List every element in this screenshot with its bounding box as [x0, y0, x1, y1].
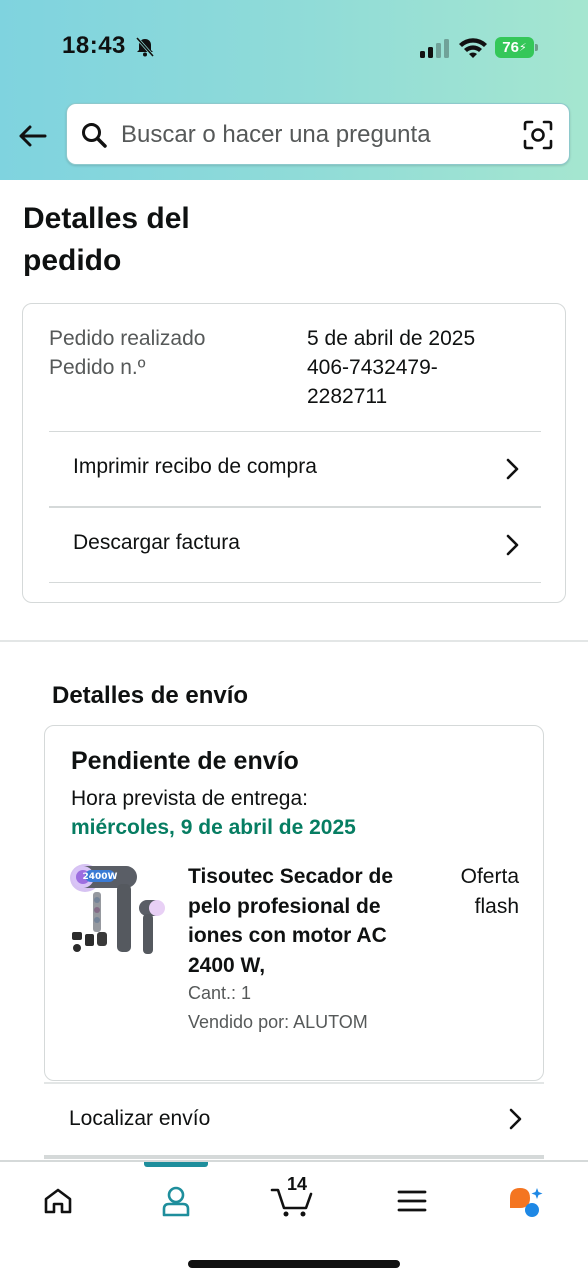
tab-menu[interactable] — [382, 1176, 442, 1226]
tab-home[interactable] — [28, 1176, 88, 1226]
signal-icon — [420, 39, 449, 58]
status-time: 18:43 — [62, 32, 126, 59]
active-tab-indicator — [144, 1162, 208, 1167]
order-placed-label: Pedido realizado — [49, 327, 206, 350]
download-invoice-link[interactable]: Descargar factura — [49, 508, 541, 582]
shipment-status: Pendiente de envío — [71, 747, 299, 775]
rufus-icon — [510, 1188, 543, 1217]
order-placed-value: 5 de abril de 2025 — [307, 327, 476, 350]
delivery-eta-label: Hora prevista de entrega: — [71, 787, 308, 810]
search-input[interactable] — [121, 118, 511, 152]
chevron-right-icon — [506, 458, 519, 480]
print-receipt-label: Imprimir recibo de compra — [73, 455, 317, 478]
search-icon[interactable] — [81, 122, 107, 148]
track-shipment-link[interactable]: Localizar envío — [44, 1082, 544, 1156]
tab-account[interactable] — [146, 1176, 206, 1226]
chevron-right-icon — [509, 1108, 522, 1130]
account-icon — [162, 1186, 190, 1217]
home-indicator[interactable] — [188, 1260, 400, 1268]
order-number-value-line2: 2282711 — [307, 385, 388, 408]
deal-badge-line1: Oferta — [460, 865, 519, 888]
product-seller: Vendido por: ALUTOM — [188, 1012, 368, 1032]
page-title: Detalles del pedido — [23, 202, 190, 277]
back-button[interactable] — [14, 118, 50, 154]
download-invoice-label: Descargar factura — [73, 531, 240, 554]
divider — [44, 1155, 544, 1159]
divider — [49, 582, 541, 583]
deal-badge: Oferta flash — [435, 862, 519, 921]
top-header: 18:43 76 ⚡ — [0, 0, 588, 180]
product-image[interactable]: 2400W — [69, 860, 169, 960]
battery-level: 76 — [502, 39, 519, 56]
back-arrow-icon — [19, 125, 47, 147]
product-title[interactable]: Tisoutec Secador de pelo profesional de … — [188, 862, 413, 980]
product-image-wattage: 2400W — [83, 872, 118, 882]
delivery-eta-date: miércoles, 9 de abril de 2025 — [71, 816, 356, 839]
chevron-right-icon — [506, 534, 519, 556]
shipment-card[interactable]: Pendiente de envío Hora prevista de entr… — [44, 725, 544, 1081]
tab-rufus[interactable] — [496, 1176, 556, 1226]
menu-icon — [397, 1190, 427, 1212]
order-summary-card: Pedido realizado 5 de abril de 2025 Pedi… — [22, 303, 566, 603]
order-number-label: Pedido n.º — [49, 356, 146, 379]
track-shipment-label: Localizar envío — [69, 1107, 211, 1130]
shipping-section-title: Detalles de envío — [52, 682, 249, 709]
order-number-value-line1: 406-7432479- — [307, 356, 438, 379]
section-separator — [0, 640, 588, 642]
cart-count-badge: 14 — [287, 1174, 308, 1194]
bell-muted-icon — [135, 37, 155, 57]
camera-icon[interactable] — [523, 120, 553, 150]
product-quantity: Cant.: 1 — [188, 983, 252, 1003]
deal-badge-line2: flash — [474, 894, 519, 918]
home-icon — [44, 1188, 72, 1214]
search-bar[interactable] — [66, 103, 570, 165]
battery-icon: 76 ⚡ — [495, 37, 539, 59]
wifi-icon — [459, 38, 487, 58]
print-receipt-link[interactable]: Imprimir recibo de compra — [49, 432, 541, 506]
